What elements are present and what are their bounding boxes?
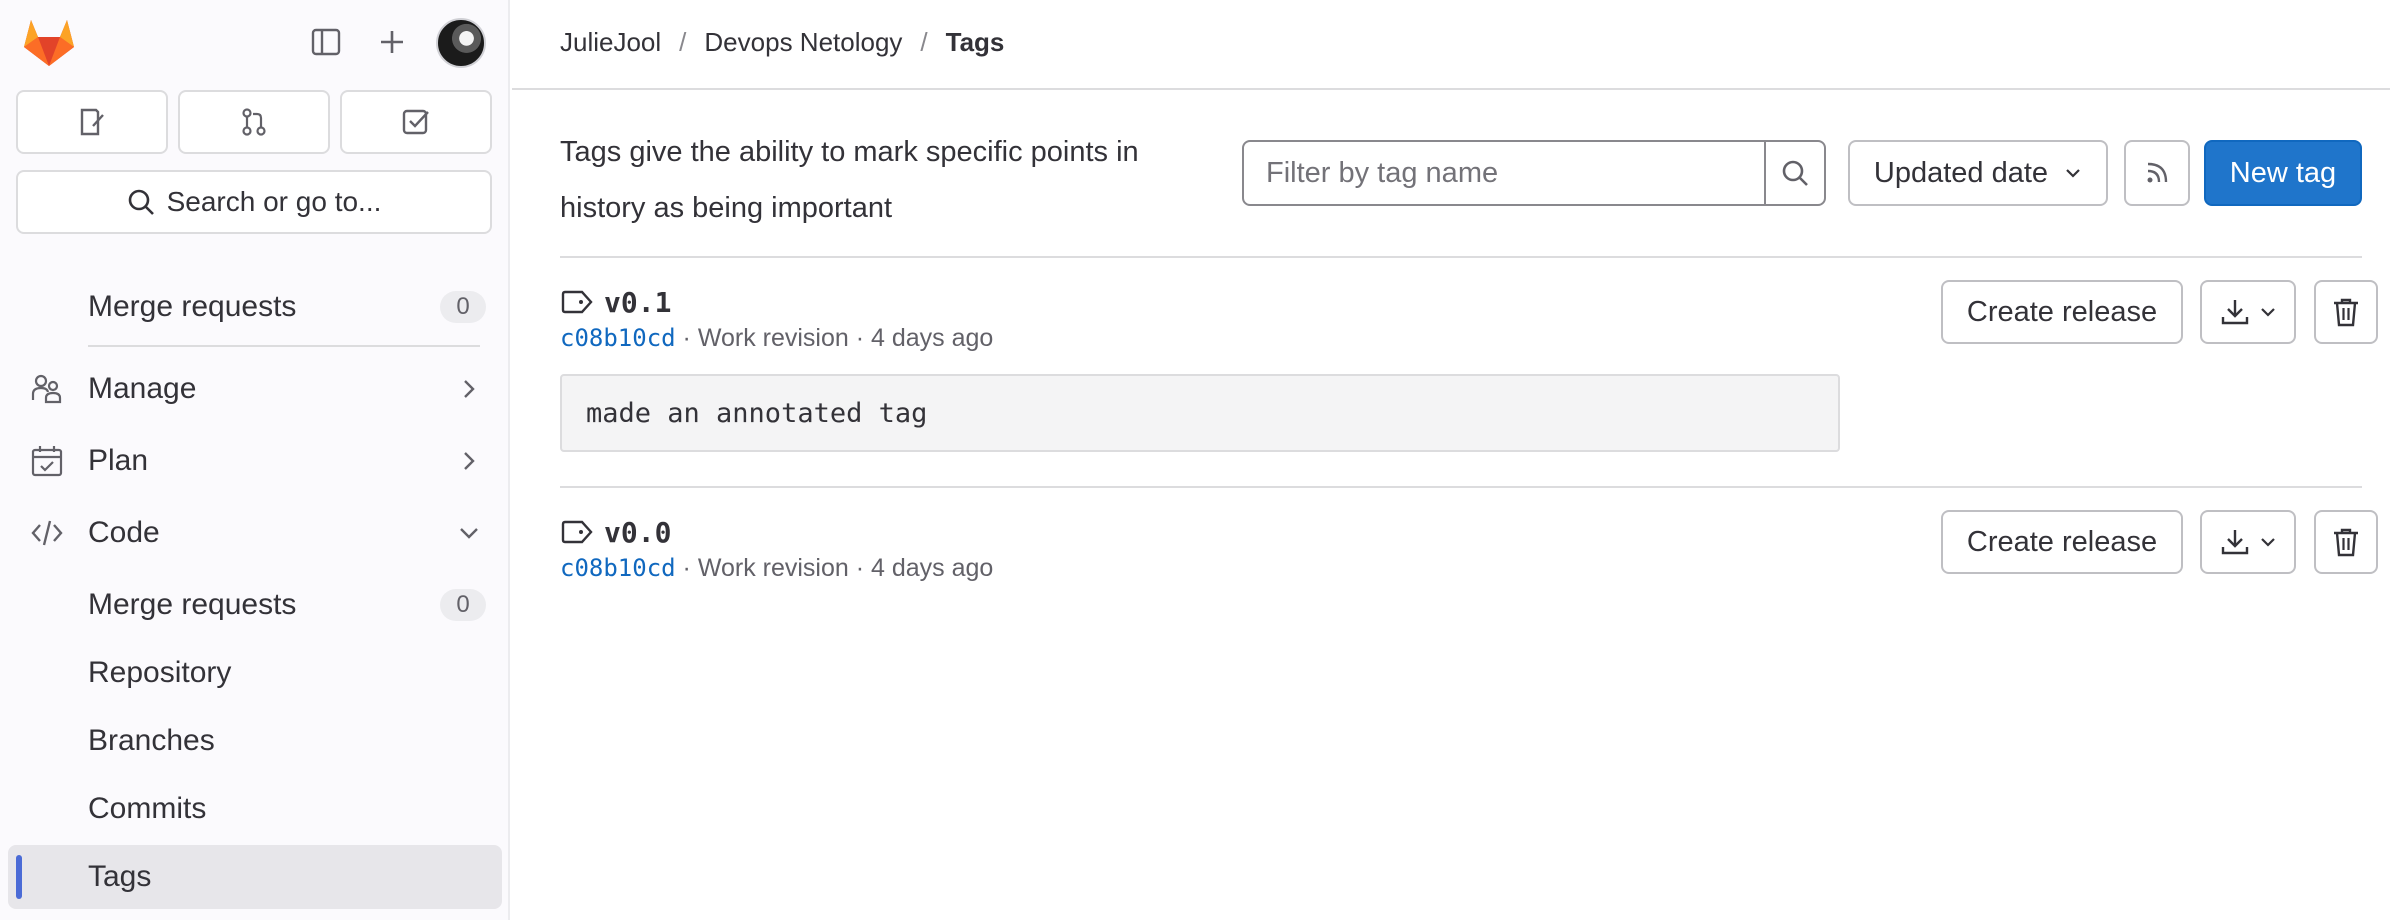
user-avatar[interactable] <box>436 18 486 68</box>
filter-input[interactable] <box>1244 142 1764 204</box>
rss-button[interactable] <box>2124 140 2190 206</box>
sidebar-item-label: Code <box>88 516 160 549</box>
tag-header: v0.1 <box>560 282 671 322</box>
gitlab-logo-icon[interactable] <box>22 16 76 68</box>
chevron-down-icon <box>2261 308 2275 317</box>
breadcrumb-current: Tags <box>945 26 1005 57</box>
tag-message: made an annotated tag <box>560 374 1840 452</box>
issues-button[interactable] <box>16 90 168 154</box>
sidebar-item-repository[interactable]: Repository <box>0 642 508 704</box>
tag-meta: c08b10cd · Work revision · 4 days ago <box>560 324 993 353</box>
issues-icon <box>80 108 104 136</box>
sort-label: Updated date <box>1873 156 2049 189</box>
todo-check-icon <box>402 109 429 135</box>
download-icon <box>2221 300 2249 325</box>
sidebar-item-merge-requests-top[interactable]: Merge requests 0 <box>0 276 508 338</box>
breadcrumb: JulieJool / Devops Netology / Tags <box>560 24 1004 60</box>
rss-icon <box>2147 162 2168 183</box>
sidebar-item-label: Merge requests <box>88 588 297 621</box>
delete-tag-button[interactable] <box>2314 510 2378 574</box>
chevron-down-icon <box>2066 169 2080 178</box>
sidebar-item-label: Repository <box>88 656 232 689</box>
sidebar-item-label: Merge requests <box>88 290 297 323</box>
sidebar-item-commits[interactable]: Commits <box>0 778 508 840</box>
sidebar-item-label: Tags <box>88 860 152 893</box>
code-icon <box>31 520 63 546</box>
sidebar-item-label: Commits <box>88 792 207 825</box>
search-label: Search or go to... <box>166 186 382 217</box>
filter-search-button[interactable] <box>1764 142 1824 204</box>
calendar-icon <box>31 446 63 477</box>
list-divider <box>560 256 2362 258</box>
page-description: Tags give the ability to mark specific p… <box>560 136 1139 224</box>
search-icon <box>128 189 154 215</box>
commit-sha-link[interactable]: c08b10cd <box>560 324 676 352</box>
app-window: Search or go to... Merge requests 0 Mana… <box>0 0 2390 920</box>
tag-filter <box>1242 140 1826 206</box>
users-icon <box>31 374 62 404</box>
tag-meta-text: · Work revision · 4 days ago <box>682 554 994 582</box>
chevron-right-icon <box>464 452 475 470</box>
commit-sha-link[interactable]: c08b10cd <box>560 554 676 582</box>
tag-row: v0.1 c08b10cd · Work revision · 4 days a… <box>560 280 2378 452</box>
count-badge: 0 <box>440 589 486 621</box>
delete-tag-button[interactable] <box>2314 280 2378 344</box>
download-dropdown[interactable] <box>2200 510 2296 574</box>
new-tag-button[interactable]: New tag <box>2204 140 2362 206</box>
tag-header: v0.0 <box>560 512 671 552</box>
merge-requests-button[interactable] <box>178 90 330 154</box>
collapse-sidebar-icon[interactable] <box>304 20 348 64</box>
create-release-button[interactable]: Create release <box>1941 280 2183 344</box>
active-indicator <box>16 855 22 899</box>
chevron-down-icon <box>2261 538 2275 547</box>
sidebar-item-branches[interactable]: Branches <box>0 710 508 772</box>
breadcrumb-project[interactable]: Devops Netology <box>704 27 902 58</box>
sidebar-item-tags[interactable]: Tags <box>8 845 502 909</box>
chevron-down-icon <box>460 528 478 539</box>
count-badge: 0 <box>440 291 486 323</box>
sidebar-divider <box>88 345 480 347</box>
breadcrumb-separator: / <box>920 26 928 57</box>
sidebar-item-plan[interactable]: Plan <box>0 430 508 492</box>
breadcrumb-user[interactable]: JulieJool <box>560 27 661 58</box>
trash-icon <box>2334 298 2358 327</box>
create-release-button[interactable]: Create release <box>1941 510 2183 574</box>
sidebar-item-code[interactable]: Code <box>0 502 508 564</box>
sidebar-item-label: Manage <box>88 372 197 405</box>
chevron-right-icon <box>464 380 475 398</box>
plus-icon[interactable] <box>370 20 414 64</box>
merge-request-icon <box>242 108 266 136</box>
tag-meta-text: · Work revision · 4 days ago <box>682 324 994 352</box>
list-divider <box>560 486 2362 488</box>
tag-name[interactable]: v0.0 <box>604 516 671 549</box>
search-icon <box>1782 160 1808 186</box>
tag-name[interactable]: v0.1 <box>604 286 671 319</box>
tag-row: v0.0 c08b10cd · Work revision · 4 days a… <box>560 510 2378 602</box>
sidebar-item-label: Plan <box>88 444 149 477</box>
tag-icon <box>561 520 593 544</box>
sidebar-item-merge-requests[interactable]: Merge requests 0 <box>0 574 508 636</box>
tag-icon <box>561 290 593 314</box>
download-dropdown[interactable] <box>2200 280 2296 344</box>
todos-button[interactable] <box>340 90 492 154</box>
sidebar-item-manage[interactable]: Manage <box>0 358 508 420</box>
header-divider <box>512 88 2390 90</box>
download-icon <box>2221 530 2249 555</box>
tag-meta: c08b10cd · Work revision · 4 days ago <box>560 554 993 583</box>
sidebar: Search or go to... Merge requests 0 Mana… <box>0 0 510 920</box>
main-content: JulieJool / Devops Netology / Tags Tags … <box>512 0 2390 920</box>
sort-dropdown[interactable]: Updated date <box>1848 140 2108 206</box>
trash-icon <box>2334 528 2358 557</box>
sidebar-item-label: Branches <box>88 724 215 757</box>
sidebar-header: Search or go to... <box>0 0 508 250</box>
breadcrumb-separator: / <box>679 26 687 57</box>
search-or-go-to-button[interactable]: Search or go to... <box>16 170 492 234</box>
